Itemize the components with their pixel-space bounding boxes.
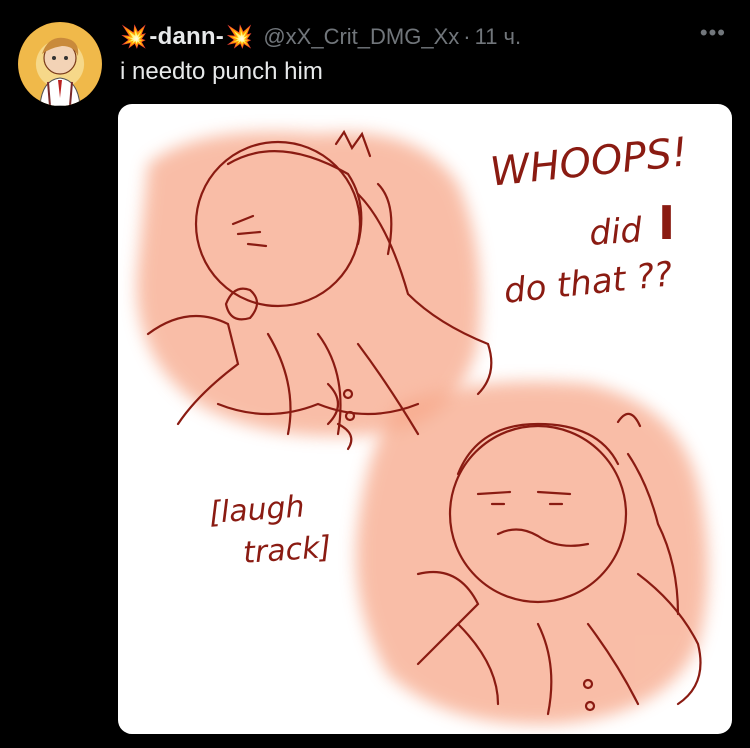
avatar[interactable] bbox=[18, 22, 102, 106]
caption-track: track] bbox=[242, 529, 333, 571]
user-handle[interactable]: @xX_Crit_DMG_Xx bbox=[263, 24, 459, 50]
tweet-text: i needto punch him bbox=[120, 58, 323, 85]
caption-i: I bbox=[658, 196, 676, 250]
collision-emoji-left: 💥 bbox=[120, 24, 148, 49]
more-options-icon[interactable]: ••• bbox=[700, 20, 726, 46]
collision-emoji-right: 💥 bbox=[225, 24, 254, 49]
timestamp[interactable]: 11 ч. bbox=[475, 24, 522, 50]
display-name[interactable]: -dann- bbox=[149, 23, 224, 51]
comic-illustration bbox=[136, 129, 708, 725]
caption-did: did bbox=[588, 210, 644, 254]
separator-dot: · bbox=[463, 24, 471, 49]
caption-laugh: [laugh bbox=[208, 489, 306, 531]
tweet-media-image[interactable]: WHOOPS! did I do that ?? [laugh track] bbox=[118, 104, 732, 734]
tweet-header: 💥 -dann- 💥 @xX_Crit_DMG_Xx · 11 ч. bbox=[120, 20, 730, 54]
avatar-portrait-icon bbox=[39, 37, 81, 106]
